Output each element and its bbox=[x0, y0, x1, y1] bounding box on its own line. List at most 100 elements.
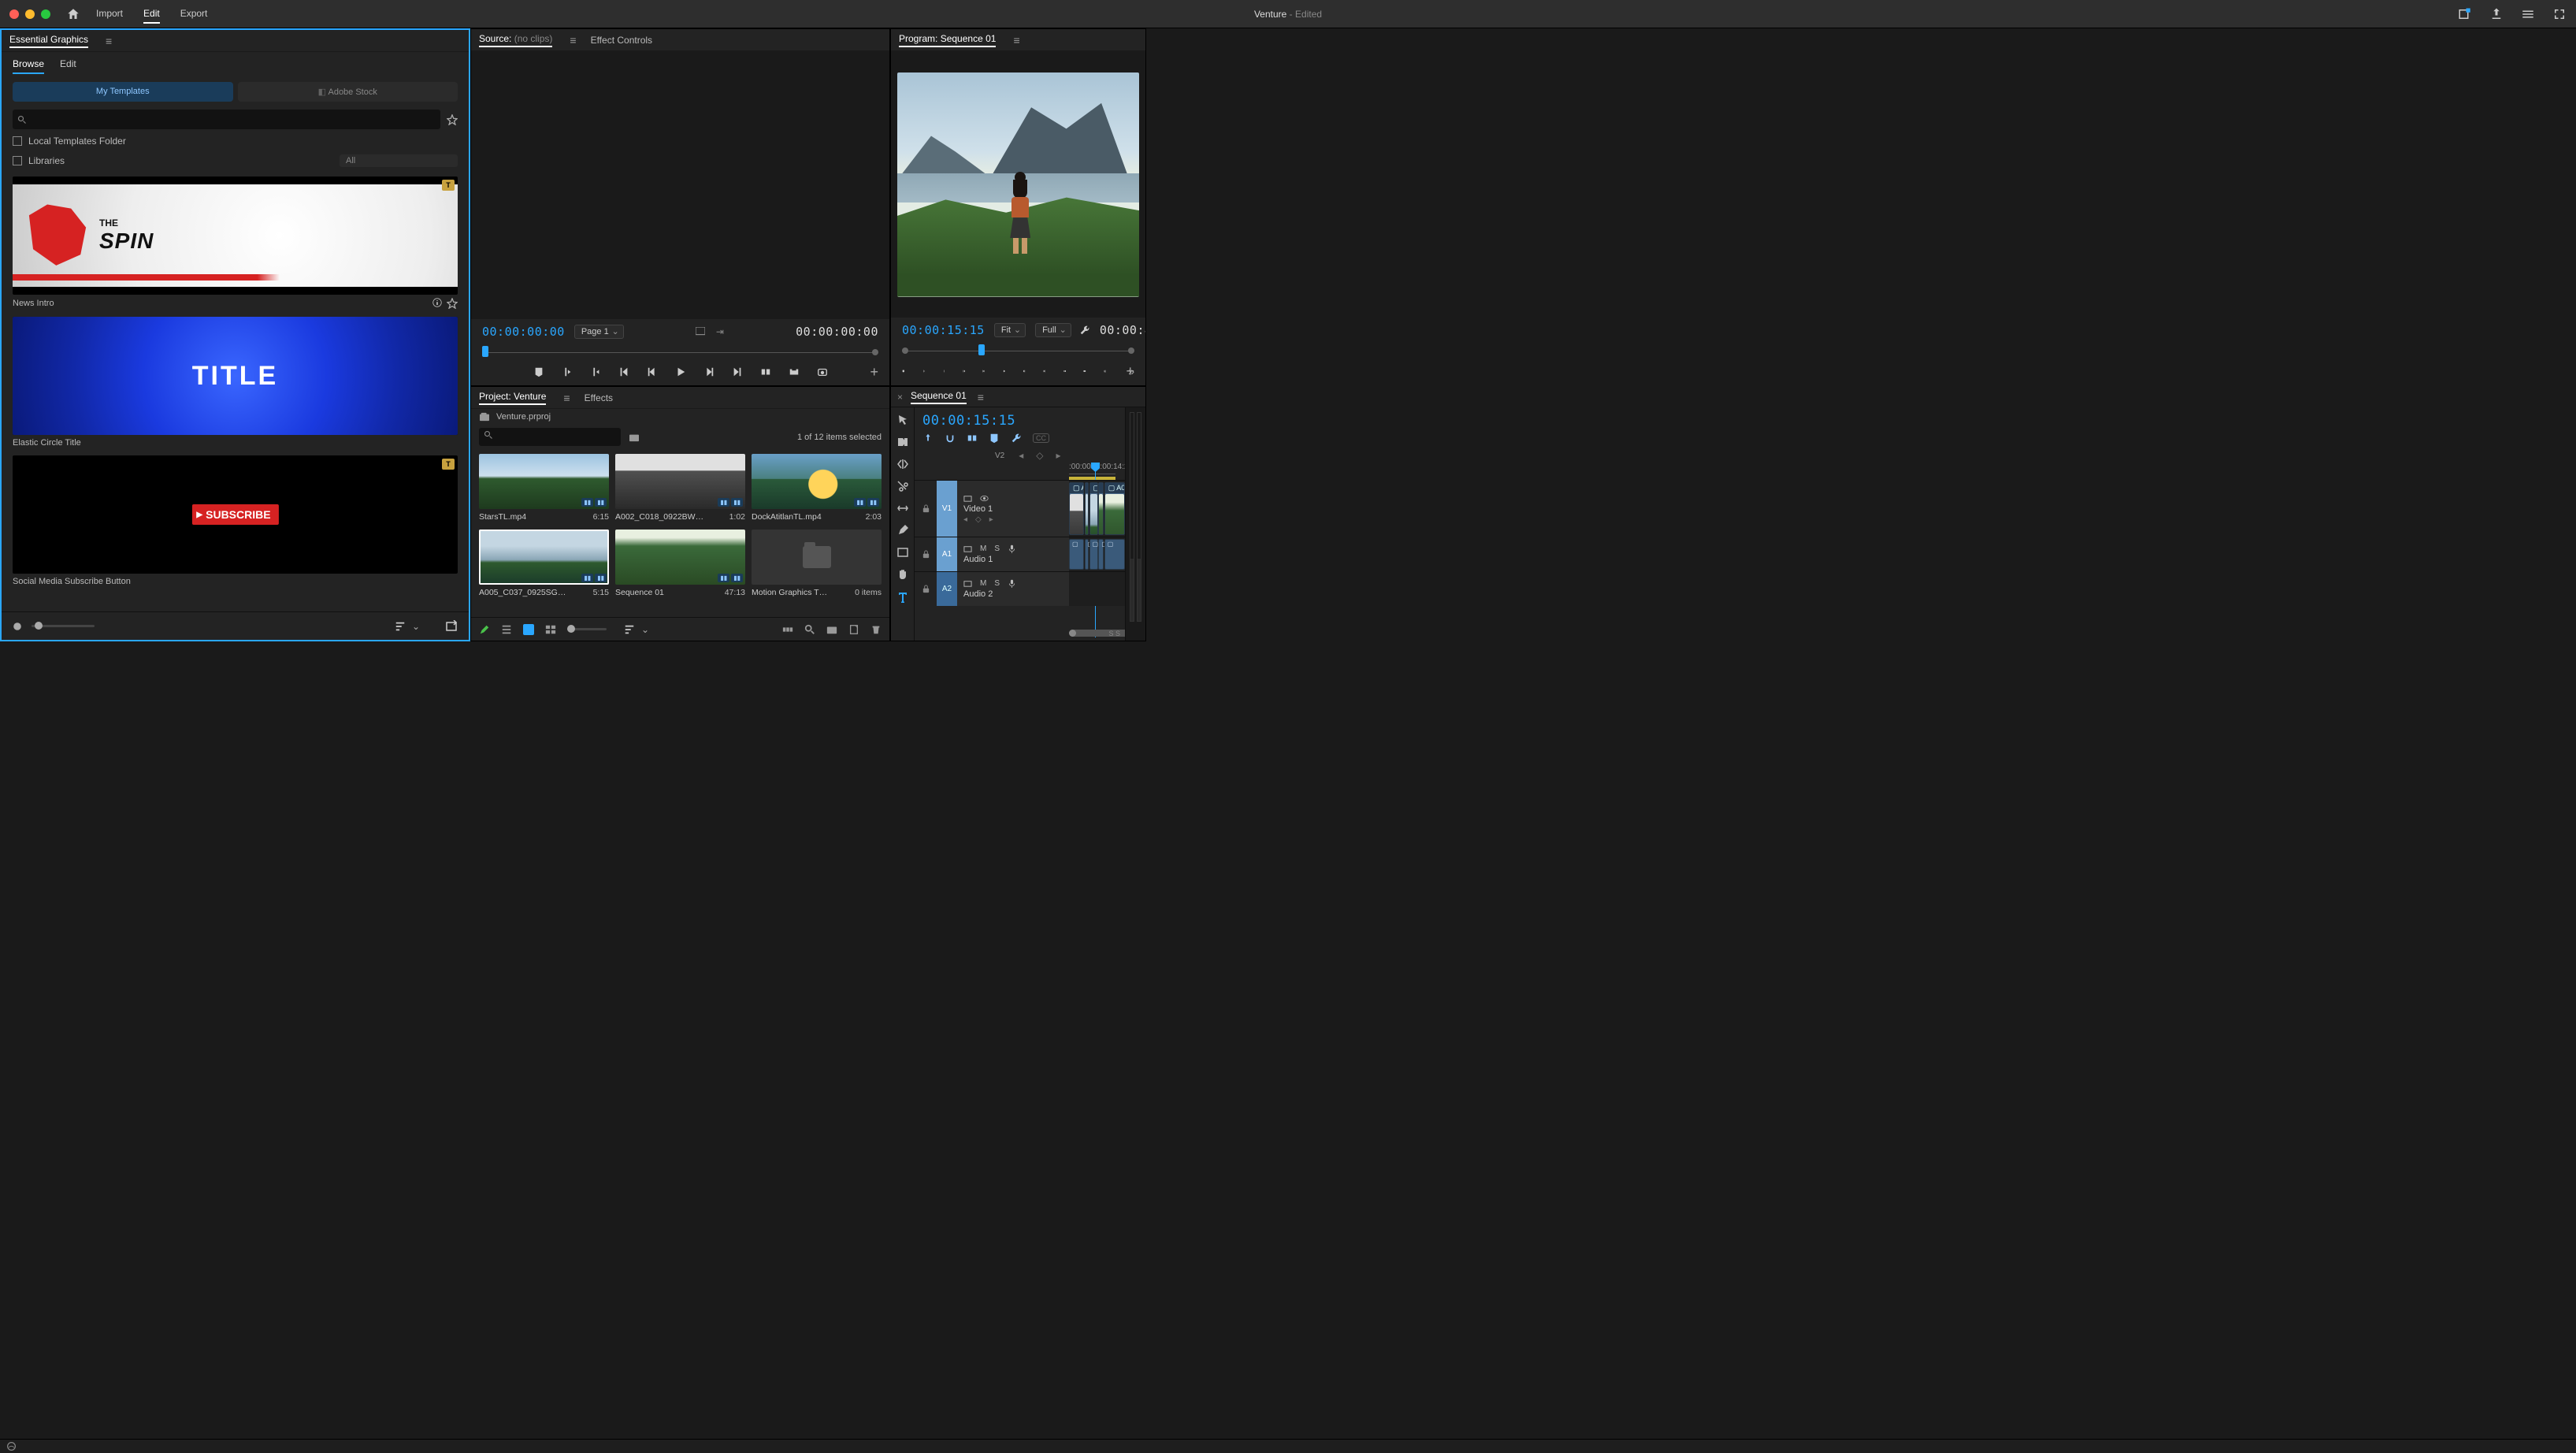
minimize-window[interactable] bbox=[25, 9, 35, 19]
source-panel-menu-icon[interactable]: ≡ bbox=[570, 34, 576, 46]
add-marker-icon[interactable] bbox=[533, 366, 544, 377]
icon-view-icon[interactable] bbox=[523, 624, 534, 635]
ripple-edit-tool-icon[interactable] bbox=[896, 458, 909, 470]
libraries-dropdown[interactable]: All bbox=[340, 154, 458, 167]
export-frame-icon[interactable] bbox=[817, 366, 828, 377]
project-clip[interactable]: ▮▮▮▮StarsTL.mp46:15 bbox=[479, 454, 609, 522]
timeline-audio-clip[interactable]: ▢ bbox=[1098, 539, 1104, 570]
go-to-in-icon[interactable] bbox=[963, 366, 966, 377]
list-view-icon[interactable] bbox=[501, 624, 512, 635]
audio-meter[interactable] bbox=[1125, 407, 1145, 641]
mark-in-icon[interactable] bbox=[922, 366, 926, 377]
timeline-audio-clip[interactable]: ▢ bbox=[1069, 539, 1084, 570]
project-panel-menu-icon[interactable]: ≡ bbox=[563, 392, 570, 404]
add-marker-icon[interactable] bbox=[902, 366, 905, 377]
program-scrubber[interactable] bbox=[902, 344, 1134, 359]
lock-icon[interactable] bbox=[922, 550, 930, 559]
template-elastic-circle-title[interactable]: TITLE Elastic Circle Title bbox=[13, 317, 458, 448]
eg-edit-tab[interactable]: Edit bbox=[60, 58, 76, 74]
settings-wrench-icon[interactable] bbox=[1079, 325, 1090, 336]
insert-sequence-icon[interactable] bbox=[922, 433, 934, 444]
program-tab[interactable]: Program: Sequence 01 bbox=[899, 33, 996, 47]
snap-icon[interactable] bbox=[945, 433, 956, 444]
timeline-ruler[interactable]: :00:00 00:00:14:23 bbox=[1069, 463, 1115, 480]
timeline-video-clip[interactable]: ▢ A005_C03 bbox=[1098, 482, 1104, 535]
favorite-star-icon[interactable] bbox=[447, 298, 458, 309]
eg-panel-menu-icon[interactable]: ≡ bbox=[106, 35, 112, 47]
libraries-checkbox[interactable] bbox=[13, 156, 22, 165]
project-clip[interactable]: ▮▮▮▮Sequence 0147:13 bbox=[615, 530, 745, 597]
go-to-out-icon[interactable] bbox=[732, 366, 743, 377]
close-sequence-icon[interactable]: × bbox=[897, 392, 903, 403]
sort-direction-icon[interactable]: ⌄ bbox=[412, 621, 420, 632]
menu-import[interactable]: Import bbox=[96, 5, 123, 24]
menu-edit[interactable]: Edit bbox=[143, 5, 160, 24]
collapse-prev-icon[interactable]: ◂ bbox=[1019, 450, 1023, 461]
project-tab[interactable]: Project: Venture bbox=[479, 391, 546, 405]
a2-target[interactable]: A2 bbox=[937, 572, 957, 606]
lock-icon[interactable] bbox=[922, 504, 930, 513]
lift-icon[interactable] bbox=[1063, 366, 1067, 377]
play-icon[interactable] bbox=[675, 366, 686, 377]
install-mogrt-icon[interactable] bbox=[445, 620, 458, 633]
thumb-size-slider[interactable] bbox=[32, 625, 95, 627]
timeline-video-clip[interactable]: ▢ bbox=[1089, 482, 1098, 535]
timeline-audio-clip[interactable]: ▢ bbox=[1104, 539, 1125, 570]
close-window[interactable] bbox=[9, 9, 19, 19]
program-zoom-dropdown[interactable]: Fit bbox=[994, 323, 1026, 337]
slip-tool-icon[interactable] bbox=[896, 502, 909, 515]
go-to-in-icon[interactable] bbox=[618, 366, 629, 377]
timeline-audio-clip[interactable]: ▢ bbox=[1089, 539, 1098, 570]
go-to-out-icon[interactable] bbox=[1043, 366, 1046, 377]
freeform-view-icon[interactable] bbox=[545, 624, 556, 635]
info-icon[interactable] bbox=[432, 298, 442, 307]
sync-lock-icon[interactable] bbox=[963, 494, 972, 503]
track-select-tool-icon[interactable] bbox=[896, 436, 909, 448]
selection-tool-icon[interactable] bbox=[896, 414, 909, 426]
project-search-input[interactable] bbox=[479, 428, 621, 446]
export-frame-icon[interactable] bbox=[1104, 366, 1107, 377]
add-marker-icon[interactable] bbox=[989, 433, 1000, 444]
program-panel-menu-icon[interactable]: ≡ bbox=[1013, 34, 1019, 46]
project-clip[interactable]: ▮▮▮▮A005_C037_0925SG…5:15 bbox=[479, 530, 609, 597]
sort-icon[interactable] bbox=[395, 621, 406, 632]
source-timecode-in[interactable]: 00:00:00:00 bbox=[482, 325, 565, 339]
sync-lock-icon[interactable] bbox=[963, 544, 972, 553]
local-templates-checkbox[interactable] bbox=[13, 136, 22, 146]
source-page-dropdown[interactable]: Page 1 bbox=[574, 325, 624, 339]
source-monitor[interactable] bbox=[471, 51, 889, 319]
timeline-panel-menu-icon[interactable]: ≡ bbox=[978, 391, 984, 403]
template-news-intro[interactable]: THE SPIN T News Intro bbox=[13, 177, 458, 309]
project-thumb-slider[interactable] bbox=[567, 628, 607, 630]
eg-browse-tab[interactable]: Browse bbox=[13, 58, 44, 74]
timeline-settings-icon[interactable] bbox=[1011, 433, 1022, 444]
template-subscribe-button[interactable]: SUBSCRIBE T Social Media Subscribe Butto… bbox=[13, 455, 458, 586]
effects-tab[interactable]: Effects bbox=[585, 392, 613, 403]
timeline-video-clip[interactable]: ▢ A002_C018_0922… bbox=[1069, 482, 1084, 535]
write-mode-icon[interactable] bbox=[479, 624, 490, 635]
source-scrubber[interactable] bbox=[482, 346, 878, 360]
mark-out-icon[interactable] bbox=[590, 366, 601, 377]
step-back-icon[interactable] bbox=[647, 366, 658, 377]
step-back-icon[interactable] bbox=[982, 366, 985, 377]
new-bin-icon[interactable] bbox=[826, 624, 837, 635]
overwrite-icon[interactable] bbox=[789, 366, 800, 377]
timeline-video-clip[interactable]: ▢ bbox=[1085, 482, 1089, 535]
program-resolution-dropdown[interactable]: Full bbox=[1035, 323, 1071, 337]
timeline-tracks[interactable]: V1 Video 1 ◂◇▸ ▢ A002_C018_0922…▢ ▢ ▢ A0… bbox=[915, 480, 1125, 625]
hand-tool-icon[interactable] bbox=[896, 568, 909, 581]
play-icon[interactable] bbox=[1003, 366, 1006, 377]
mark-out-icon[interactable] bbox=[942, 366, 945, 377]
linked-selection-icon[interactable] bbox=[967, 433, 978, 444]
step-forward-icon[interactable] bbox=[703, 366, 715, 377]
favorites-star-icon[interactable] bbox=[447, 114, 458, 125]
source-button-editor-icon[interactable]: + bbox=[870, 364, 878, 381]
a1-target[interactable]: A1 bbox=[937, 537, 957, 571]
source-ripple-icon[interactable]: ⇥ bbox=[716, 326, 724, 337]
mark-in-icon[interactable] bbox=[562, 366, 573, 377]
maximize-window[interactable] bbox=[41, 9, 50, 19]
new-search-bin-icon[interactable] bbox=[629, 433, 640, 442]
extract-icon[interactable] bbox=[1083, 366, 1086, 377]
effect-controls-tab[interactable]: Effect Controls bbox=[591, 35, 652, 46]
insert-icon[interactable] bbox=[760, 366, 771, 377]
